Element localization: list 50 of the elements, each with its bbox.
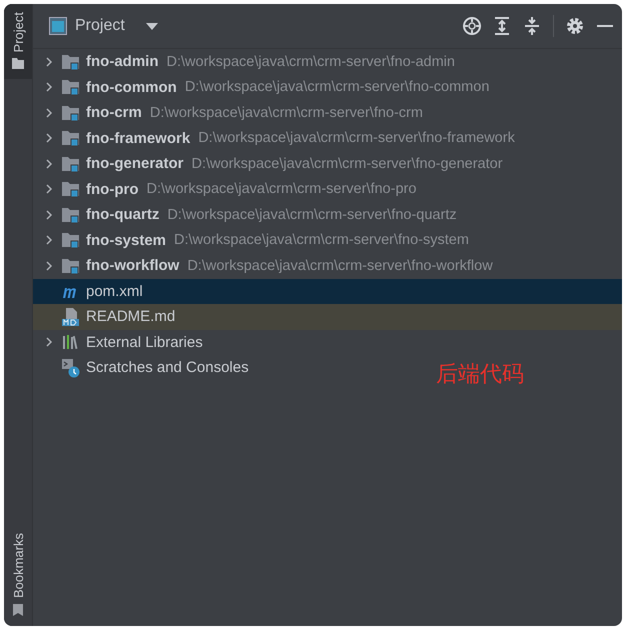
tree-item[interactable]: pom.xml [33, 278, 622, 304]
module-folder-icon [61, 128, 81, 148]
item-name: fno-pro [86, 180, 138, 198]
locate-icon[interactable] [461, 15, 483, 37]
item-path: D:\workspace\java\crm\crm-server\fno-framework [198, 130, 515, 146]
item-path: D:\workspace\java\crm\crm-server\fno-common [184, 79, 490, 96]
item-name: External Libraries [86, 334, 203, 351]
item-path: D:\workspace\java\crm\crm-server\fno-workflow [187, 258, 493, 274]
item-name: fno-admin [86, 53, 158, 70]
tree-item[interactable]: Scratches and Consoles [33, 355, 257, 380]
markdown-file-icon [61, 306, 81, 327]
item-name: fno-common [86, 78, 177, 96]
item-name: fno-workflow [86, 257, 180, 274]
item-path: D:\workspace\java\crm\crm-server\fno-admin [166, 54, 455, 70]
item-path: D:\workspace\java\crm\crm-server\fno-crm [150, 104, 423, 121]
item-name: fno-framework [86, 130, 190, 147]
tree-item[interactable]: fno-pro D:\workspace\java\crm\crm-server\fno-pro [33, 176, 424, 202]
item-path: D:\workspace\java\crm\crm-server\fno-system [174, 232, 469, 248]
tree-item[interactable]: fno-generator D:\workspace\java\crm\crm-server\fno-generator [33, 151, 511, 176]
bookmarks-side-tab[interactable]: Bookmarks [4, 524, 32, 626]
item-name: fno-crm [86, 104, 142, 122]
module-folder-icon [61, 77, 81, 98]
item-name: fno-system [86, 232, 166, 249]
item-name: pom.xml [86, 282, 143, 300]
annotation-text: 后端代码 [436, 360, 524, 388]
scratches-icon [61, 358, 81, 378]
tree-item[interactable]: External Libraries [33, 330, 211, 355]
item-path: D:\workspace\java\crm\crm-server\fno-pro [146, 181, 416, 198]
tree-item[interactable]: fno-quartz D:\workspace\java\crm\crm-server\fno-quartz [33, 202, 465, 228]
item-path: D:\workspace\java\crm\crm-server\fno-quartz [167, 206, 457, 223]
module-folder-icon [61, 179, 81, 200]
module-folder-icon [61, 230, 81, 250]
item-name: fno-quartz [86, 206, 160, 224]
tree-item[interactable]: README.md [33, 304, 622, 330]
tree-item[interactable]: fno-crm D:\workspace\java\crm\crm-server\fno-crm [33, 100, 431, 126]
tree-item[interactable]: fno-system D:\workspace\java\crm\crm-server\fno-system [33, 228, 477, 253]
project-side-tab[interactable]: Project [4, 4, 32, 80]
item-name: Scratches and Consoles [86, 359, 249, 376]
tree-item[interactable]: fno-common D:\workspace\java\crm\crm-server\fno-common [33, 74, 498, 100]
item-path: D:\workspace\java\crm\crm-server\fno-generator [192, 156, 503, 172]
window-icon [49, 17, 67, 35]
tree-item[interactable]: fno-admin D:\workspace\java\crm\crm-server\fno-admin [33, 49, 463, 74]
bookmark-icon [13, 604, 23, 616]
panel-title: Project [75, 17, 125, 35]
item-name: README.md [86, 308, 176, 326]
item-name: fno-generator [86, 155, 184, 172]
settings-icon[interactable] [564, 15, 586, 37]
tree-item[interactable]: fno-framework D:\workspace\java\crm\crm-server\fno-framework [33, 126, 523, 151]
folder-icon [12, 58, 24, 70]
tree-item[interactable]: fno-workflow D:\workspace\java\crm\crm-server\fno-workflow [33, 253, 501, 278]
